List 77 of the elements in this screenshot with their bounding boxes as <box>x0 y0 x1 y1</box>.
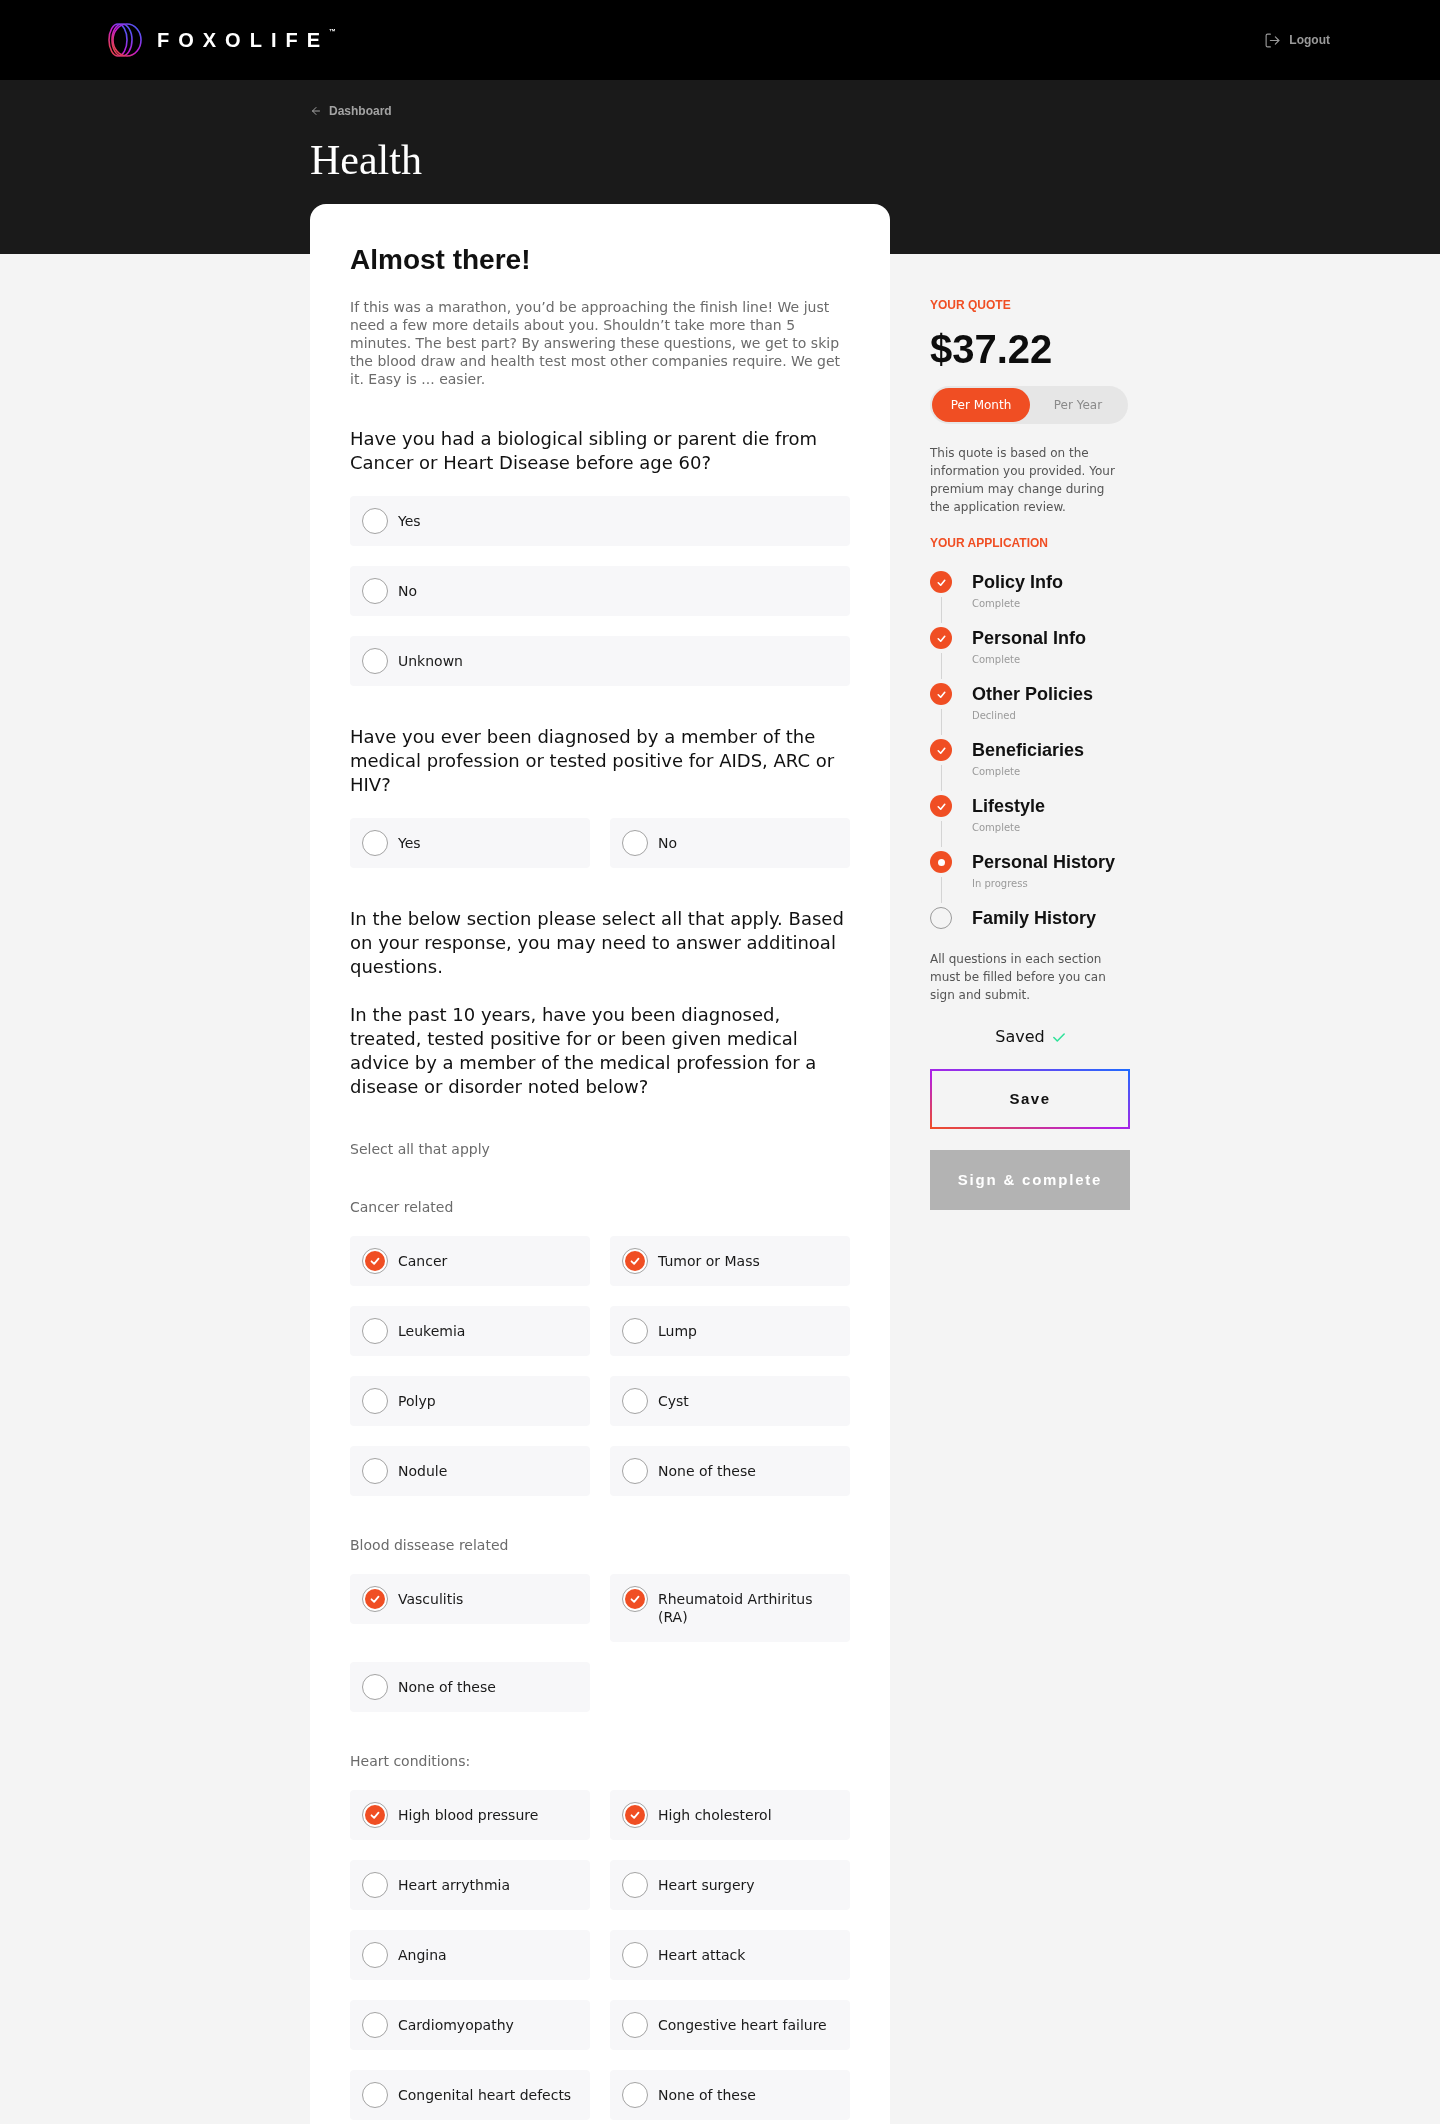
application-note: All questions in each section must be filled before you can sign and submit. <box>930 951 1107 1004</box>
checkbox-option[interactable]: Leukemia <box>350 1306 590 1356</box>
group-title: Blood dissease related <box>350 1536 510 1554</box>
page-title: Health <box>310 136 422 184</box>
checkbox-option[interactable]: None of these <box>610 1446 850 1496</box>
checkbox-option[interactable]: Angina <box>350 1930 590 1980</box>
step-connector-line <box>940 877 942 903</box>
save-button[interactable]: Save <box>930 1069 1130 1129</box>
step-title: Personal Info <box>972 627 1087 649</box>
checkbox-option[interactable]: Congestive heart failure <box>610 2000 850 2050</box>
quote-heading: YOUR QUOTE <box>930 297 1012 313</box>
radio-option[interactable]: Yes <box>350 496 850 546</box>
logout-button[interactable]: Logout <box>1264 31 1330 49</box>
quote-amount: $37.22 <box>930 327 1054 371</box>
step-check-icon <box>930 627 952 649</box>
step-status: Complete <box>972 765 1022 779</box>
step-title: Family History <box>972 907 1097 929</box>
step-connector-line <box>940 709 942 735</box>
save-status: Saved <box>995 1027 1045 1047</box>
radio-option[interactable]: Yes <box>350 818 590 868</box>
back-link[interactable]: Dashboard <box>310 102 392 120</box>
radio-option[interactable]: No <box>610 818 850 868</box>
step-title: Other Policies <box>972 683 1094 705</box>
checkbox-option[interactable]: None of these <box>350 1662 590 1712</box>
form-title: Almost there! <box>350 243 532 277</box>
checkbox-option[interactable]: Heart surgery <box>610 1860 850 1910</box>
question-text: In the past 10 years, have you been diagnosed, treated, tested positive for or been given medical advice by a member of the medical profession for a disease or disorder noted below? <box>350 1003 818 1099</box>
question-text: In the below section please select all that apply. Based on your response, you may need to answer additinoal questions. <box>350 907 845 979</box>
quote-note: This quote is based on the information you provided. Your premium may change during the application review. <box>930 445 1116 516</box>
question-text: Have you had a biological sibling or parent die from Cancer or Heart Disease before age 60? <box>350 427 818 475</box>
step-title: Beneficiaries <box>972 739 1085 761</box>
question-text: Have you ever been diagnosed by a member of the medical profession or tested positive for AIDS, ARC or HIV? <box>350 725 836 797</box>
group-title: Cancer related <box>350 1198 455 1216</box>
brand-name: FOXOLIFE$^{™}$ <box>157 28 336 52</box>
checkbox-option[interactable]: Lump <box>610 1306 850 1356</box>
checkbox-option[interactable]: Cancer <box>350 1236 590 1286</box>
checkbox-option[interactable]: Heart attack <box>610 1930 850 1980</box>
period-tab[interactable]: Per Month <box>932 388 1030 422</box>
checkbox-option[interactable]: Vasculitis <box>350 1574 590 1624</box>
step-title: Lifestyle <box>972 795 1046 817</box>
hint-text: Select all that apply <box>350 1140 491 1158</box>
check-icon <box>1052 1032 1065 1042</box>
back-arrow-icon <box>310 105 322 117</box>
checkbox-option[interactable]: Tumor or Mass <box>610 1236 850 1286</box>
checkbox-option[interactable]: Cardiomyopathy <box>350 2000 590 2050</box>
step-title: Personal History <box>972 851 1116 873</box>
step-check-icon <box>930 739 952 761</box>
step-connector-line <box>940 765 942 791</box>
intro-text: If this was a marathon, you’d be approaching the finish line! We just need a few more details about you. Shouldn’t take more than 5 minutes. The best part? By answering these questions, we get to skip the blood draw and health test most other companies require. We get it. Easy is ... easier. <box>350 298 842 388</box>
step-status: Declined <box>972 709 1017 723</box>
step-title: Policy Info <box>972 571 1063 593</box>
logo-icon <box>107 22 143 58</box>
checkbox-option[interactable]: Heart arrythmia <box>350 1860 590 1910</box>
step-connector-line <box>940 653 942 679</box>
step-status: In progress <box>972 877 1029 891</box>
checkbox-option[interactable]: Cyst <box>610 1376 850 1426</box>
step-connector-line <box>940 821 942 847</box>
application-heading: YOUR APPLICATION <box>930 535 1049 551</box>
checkbox-option[interactable]: Polyp <box>350 1376 590 1426</box>
radio-option[interactable]: Unknown <box>350 636 850 686</box>
checkbox-option[interactable]: Nodule <box>350 1446 590 1496</box>
step-status: Complete <box>972 821 1022 835</box>
checkbox-option[interactable]: None of these <box>610 2070 850 2120</box>
checkbox-option[interactable]: Rheumatoid Arthiritus (RA) <box>610 1574 850 1642</box>
checkbox-option[interactable]: High cholesterol <box>610 1790 850 1840</box>
logout-icon <box>1264 31 1282 49</box>
radio-option[interactable]: No <box>350 566 850 616</box>
step-check-icon <box>930 571 952 593</box>
step-check-icon <box>930 683 952 705</box>
step-current-icon <box>930 851 952 873</box>
step-status: Complete <box>972 653 1022 667</box>
checkbox-option[interactable]: Congenital heart defects <box>350 2070 590 2120</box>
checkbox-option[interactable]: High blood pressure <box>350 1790 590 1840</box>
group-title: Heart conditions: <box>350 1752 472 1770</box>
step-connector-line <box>940 597 942 623</box>
step-check-icon <box>930 795 952 817</box>
step-status: Complete <box>972 597 1022 611</box>
